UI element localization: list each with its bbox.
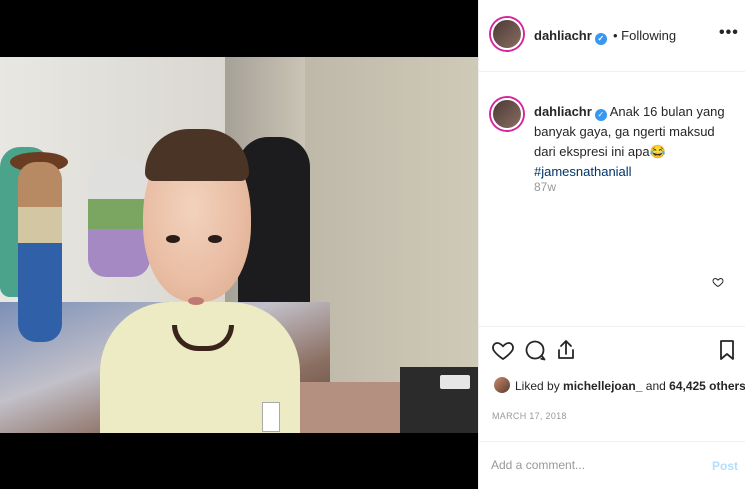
photo-baby-eye-left [166, 235, 180, 243]
header-username[interactable]: dahliachr ✓ [534, 28, 607, 45]
verified-badge-icon: ✓ [594, 33, 607, 45]
post-header: dahliachr ✓ • Following ••• [479, 0, 745, 72]
photo-baby-eye-right [208, 235, 222, 243]
laughing-emoji-icon: 😂 [649, 144, 666, 159]
liker-username[interactable]: michellejoan_ [563, 379, 642, 393]
more-options-icon[interactable]: ••• [719, 24, 739, 42]
header-username-text[interactable]: dahliachr [534, 28, 592, 43]
photo-box [440, 375, 470, 389]
photo-toy-woody [18, 162, 62, 342]
share-icon[interactable] [553, 337, 579, 363]
post-media [0, 0, 478, 489]
likes-count[interactable]: 64,425 others [669, 379, 745, 393]
photo-shirt-tag [262, 402, 280, 432]
likes-summary: Liked by michellejoan_ and 64,425 others [515, 379, 745, 393]
caption-username[interactable]: dahliachr [534, 104, 592, 119]
following-status[interactable]: • Following [613, 28, 676, 43]
avatar[interactable] [491, 18, 523, 50]
post-date[interactable]: MARCH 17, 2018 [492, 411, 567, 421]
caption-time-ago: 87w [534, 180, 557, 194]
caption-hashtag[interactable]: #jamesnathaniall [534, 164, 632, 179]
verified-badge-icon: ✓ [594, 109, 607, 121]
comment-input[interactable] [491, 458, 691, 472]
heart-icon[interactable] [490, 337, 516, 363]
comment-bar: Post [479, 441, 745, 489]
likes-joiner: and [645, 379, 666, 393]
caption-like-icon[interactable] [712, 276, 724, 291]
post-photo[interactable] [0, 57, 478, 433]
post-comment-button[interactable]: Post [712, 459, 738, 473]
caption-avatar[interactable] [491, 98, 523, 130]
photo-baby-mouth [188, 297, 204, 305]
bookmark-icon[interactable] [714, 337, 740, 363]
post-caption: dahliachr ✓ Anak 16 bulan yang banyak gay… [534, 102, 730, 182]
photo-toy-buzz [88, 157, 150, 277]
comment-icon[interactable] [522, 337, 548, 363]
post-actions: Liked by michellejoan_ and 64,425 others… [479, 326, 745, 426]
likes-prefix: Liked by [515, 379, 560, 393]
post-side-panel: dahliachr ✓ • Following ••• dahliachr ✓ An… [478, 0, 745, 489]
liker-avatar[interactable] [494, 377, 510, 393]
